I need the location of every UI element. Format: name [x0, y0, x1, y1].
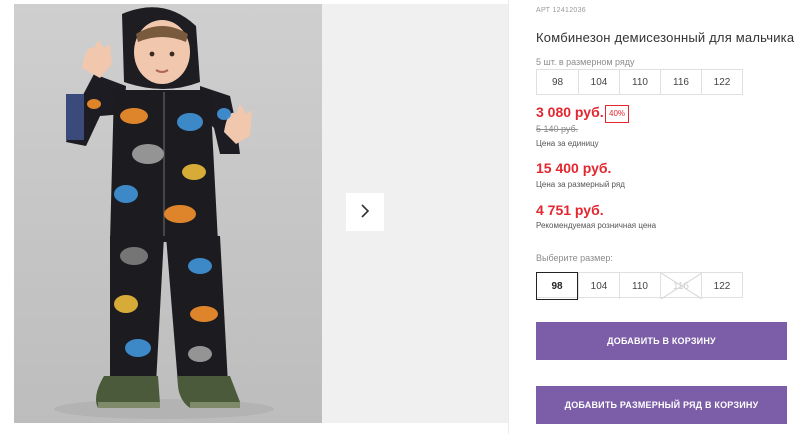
crossed-out-icon [661, 273, 702, 299]
size-option-98[interactable]: 98 [536, 272, 578, 300]
add-to-cart-button[interactable]: ДОБАВИТЬ В КОРЗИНУ [536, 322, 787, 360]
next-image-button[interactable] [346, 193, 384, 231]
article-value: 12412036 [552, 7, 586, 14]
unit-price: 3 080 руб. [536, 104, 604, 120]
product-info: АРТ 12412036 Комбинезон демисезонный для… [536, 0, 800, 434]
article-label: АРТ [536, 7, 551, 14]
size-option-116-unavailable: 116 [660, 273, 702, 299]
series-price: 15 400 руб. [536, 160, 612, 176]
discount-badge: 40% [605, 105, 630, 123]
child-in-jumpsuit-image [54, 7, 274, 419]
chevron-right-icon [359, 203, 371, 222]
series-size-122: 122 [701, 70, 742, 94]
unit-price-note: Цена за единицу [536, 139, 599, 148]
old-price: 5 140 руб. [536, 124, 579, 134]
size-option-110[interactable]: 110 [619, 273, 660, 299]
series-size-116: 116 [660, 70, 701, 94]
article-number: АРТ 12412036 [536, 7, 586, 14]
series-count-label: 5 шт. в размерном ряду [536, 57, 635, 67]
size-option-122[interactable]: 122 [701, 273, 742, 299]
series-price-note: Цена за размерный ряд [536, 180, 625, 189]
product-page: АРТ 12412036 Комбинезон демисезонный для… [0, 0, 800, 434]
product-gallery [0, 0, 508, 434]
size-picker-label: Выберите размер: [536, 253, 613, 263]
series-size-98: 98 [551, 76, 564, 88]
product-title: Комбинезон демисезонный для мальчика [536, 30, 795, 45]
size-option-104[interactable]: 104 [578, 273, 619, 299]
series-size-110: 110 [619, 70, 660, 94]
series-sizes: 98 104 110 116 122 [536, 69, 743, 95]
column-divider [508, 0, 509, 434]
retail-price-note: Рекомендуемая розничная цена [536, 221, 657, 230]
add-series-to-cart-button[interactable]: ДОБАВИТЬ РАЗМЕРНЫЙ РЯД В КОРЗИНУ [536, 386, 787, 424]
retail-price: 4 751 руб. [536, 202, 604, 218]
size-picker: 98 104 110 116 122 [536, 272, 743, 300]
product-photo[interactable] [14, 4, 322, 423]
series-size-104: 104 [578, 70, 619, 94]
